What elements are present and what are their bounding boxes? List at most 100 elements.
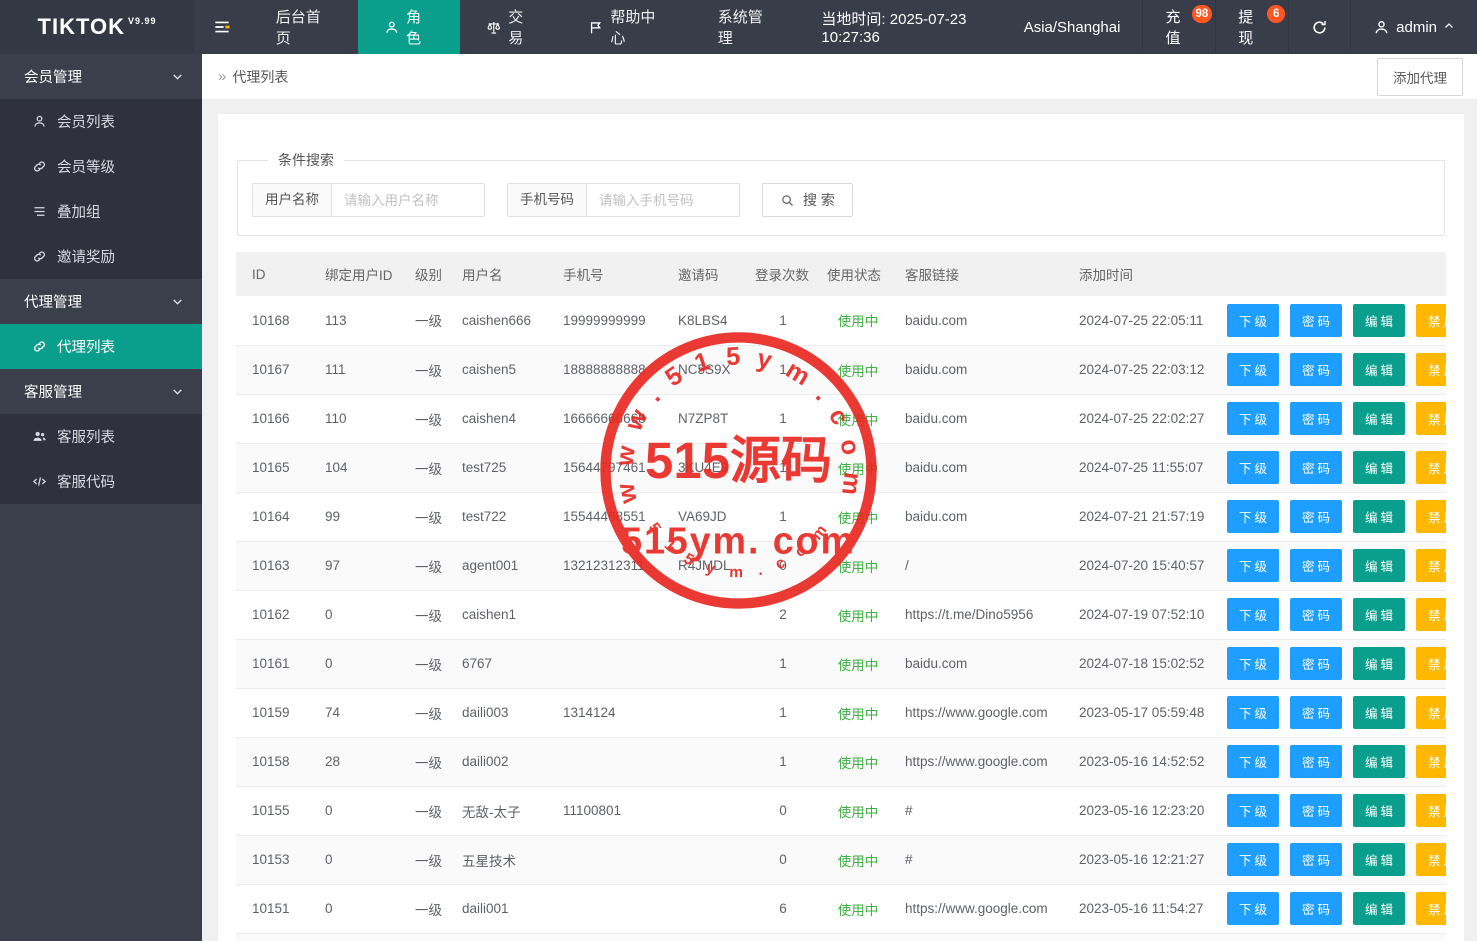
sidebar-item-member-list[interactable]: 会员列表: [0, 99, 202, 144]
list-icon: [32, 204, 47, 219]
sub-agent-button[interactable]: 下级: [1227, 647, 1279, 680]
edit-button[interactable]: 编辑: [1353, 353, 1405, 386]
cell-actions: 下级密码编辑禁用: [1211, 639, 1446, 688]
disable-button[interactable]: 禁用: [1416, 892, 1446, 925]
cell-level: 一级: [399, 541, 446, 590]
sub-agent-button[interactable]: 下级: [1227, 402, 1279, 435]
edit-button[interactable]: 编辑: [1353, 304, 1405, 337]
sidebar: 会员管理 会员列表 会员等级 叠加组 邀请奖励 代理管理 代理列表 客服管理 客…: [0, 54, 202, 941]
sidebar-group-service-management[interactable]: 客服管理: [0, 369, 202, 414]
edit-button[interactable]: 编辑: [1353, 843, 1405, 876]
edit-button[interactable]: 编辑: [1353, 549, 1405, 582]
disable-button[interactable]: 禁用: [1416, 402, 1446, 435]
withdraw-button[interactable]: 提现 6: [1215, 0, 1288, 54]
nav-roles[interactable]: 角色: [358, 0, 460, 54]
password-button[interactable]: 密码: [1290, 745, 1342, 778]
sub-agent-button[interactable]: 下级: [1227, 892, 1279, 925]
cell-service-link: baidu.com: [889, 443, 1063, 492]
edit-button[interactable]: 编辑: [1353, 402, 1405, 435]
sub-agent-button[interactable]: 下级: [1227, 500, 1279, 533]
password-button[interactable]: 密码: [1290, 549, 1342, 582]
refresh-button[interactable]: [1288, 0, 1350, 54]
edit-button[interactable]: 编辑: [1353, 745, 1405, 778]
nav-transactions[interactable]: 交易: [460, 0, 562, 54]
sidebar-item-member-level[interactable]: 会员等级: [0, 144, 202, 189]
sub-agent-button[interactable]: 下级: [1227, 353, 1279, 386]
password-button[interactable]: 密码: [1290, 451, 1342, 484]
password-button[interactable]: 密码: [1290, 843, 1342, 876]
nav-dashboard[interactable]: 后台首页: [250, 0, 358, 54]
disable-button[interactable]: 禁用: [1416, 451, 1446, 484]
disable-button[interactable]: 禁用: [1416, 549, 1446, 582]
disable-button[interactable]: 禁用: [1416, 794, 1446, 827]
nav-system-management[interactable]: 系统管理: [692, 0, 800, 54]
agent-table-body: 10168113一级caishen66619999999999K8LBS41使用…: [236, 296, 1446, 941]
sidebar-item-service-code[interactable]: 客服代码: [0, 459, 202, 504]
cell-invite-code: [662, 884, 739, 933]
password-button[interactable]: 密码: [1290, 696, 1342, 729]
recharge-button[interactable]: 充值 98: [1142, 0, 1215, 54]
password-button[interactable]: 密码: [1290, 794, 1342, 827]
cell-service-link: https://www.google.com: [889, 688, 1063, 737]
add-agent-button[interactable]: 添加代理: [1377, 58, 1463, 96]
table-row: 101550一级无敌-太子111008010使用中#2023-05-16 12:…: [236, 786, 1446, 835]
sidebar-item-agent-list[interactable]: 代理列表: [0, 324, 202, 369]
cell-created-at: 2023-05-15 09:11:02: [1063, 933, 1211, 941]
phone-input[interactable]: [587, 184, 739, 216]
sidebar-item-invite-reward[interactable]: 邀请奖励: [0, 234, 202, 279]
item-label: 叠加组: [57, 201, 101, 222]
password-button[interactable]: 密码: [1290, 647, 1342, 680]
password-button[interactable]: 密码: [1290, 353, 1342, 386]
cell-invite-code: [662, 737, 739, 786]
sidebar-group-member-management[interactable]: 会员管理: [0, 54, 202, 99]
disable-button[interactable]: 禁用: [1416, 745, 1446, 778]
password-button[interactable]: 密码: [1290, 892, 1342, 925]
cell-login-count: 0: [739, 541, 811, 590]
username-input[interactable]: [332, 184, 484, 216]
cell-username: caishen4: [446, 394, 547, 443]
sub-agent-button[interactable]: 下级: [1227, 696, 1279, 729]
group-label: 代理管理: [24, 291, 82, 312]
cell-level: 一级: [399, 394, 446, 443]
cell-id: 10159: [236, 688, 309, 737]
disable-button[interactable]: 禁用: [1416, 598, 1446, 631]
sub-agent-button[interactable]: 下级: [1227, 304, 1279, 337]
sub-agent-button[interactable]: 下级: [1227, 745, 1279, 778]
edit-button[interactable]: 编辑: [1353, 647, 1405, 680]
cell-id: 10163: [236, 541, 309, 590]
edit-button[interactable]: 编辑: [1353, 500, 1405, 533]
disable-button[interactable]: 禁用: [1416, 647, 1446, 680]
password-button[interactable]: 密码: [1290, 500, 1342, 533]
disable-button[interactable]: 禁用: [1416, 304, 1446, 337]
disable-button[interactable]: 禁用: [1416, 500, 1446, 533]
edit-button[interactable]: 编辑: [1353, 892, 1405, 925]
disable-button[interactable]: 禁用: [1416, 696, 1446, 729]
cell-actions: 下级密码编辑禁用: [1211, 786, 1446, 835]
edit-button[interactable]: 编辑: [1353, 696, 1405, 729]
cell-invite-code: [662, 639, 739, 688]
nav-help-center[interactable]: 帮助中心: [562, 0, 692, 54]
disable-button[interactable]: 禁用: [1416, 843, 1446, 876]
sidebar-group-agent-management[interactable]: 代理管理: [0, 279, 202, 324]
search-button[interactable]: 搜 索: [762, 183, 853, 217]
sub-agent-button[interactable]: 下级: [1227, 549, 1279, 582]
panel: 条件搜索 用户名称 手机号码 搜 索: [218, 114, 1464, 941]
sub-agent-button[interactable]: 下级: [1227, 598, 1279, 631]
disable-button[interactable]: 禁用: [1416, 353, 1446, 386]
sidebar-item-stack-group[interactable]: 叠加组: [0, 189, 202, 234]
sub-agent-button[interactable]: 下级: [1227, 843, 1279, 876]
sub-agent-button[interactable]: 下级: [1227, 794, 1279, 827]
sidebar-item-service-list[interactable]: 客服列表: [0, 414, 202, 459]
edit-button[interactable]: 编辑: [1353, 598, 1405, 631]
password-button[interactable]: 密码: [1290, 598, 1342, 631]
password-button[interactable]: 密码: [1290, 402, 1342, 435]
edit-button[interactable]: 编辑: [1353, 451, 1405, 484]
local-time: 当地时间: 2025-07-23 10:27:36 Asia/Shanghai: [799, 0, 1142, 54]
menu-toggle-icon[interactable]: [194, 0, 250, 54]
user-menu[interactable]: admin: [1350, 0, 1477, 54]
sub-agent-button[interactable]: 下级: [1227, 451, 1279, 484]
cell-phone: [547, 835, 662, 884]
edit-button[interactable]: 编辑: [1353, 794, 1405, 827]
password-button[interactable]: 密码: [1290, 304, 1342, 337]
user-icon: [384, 19, 400, 36]
